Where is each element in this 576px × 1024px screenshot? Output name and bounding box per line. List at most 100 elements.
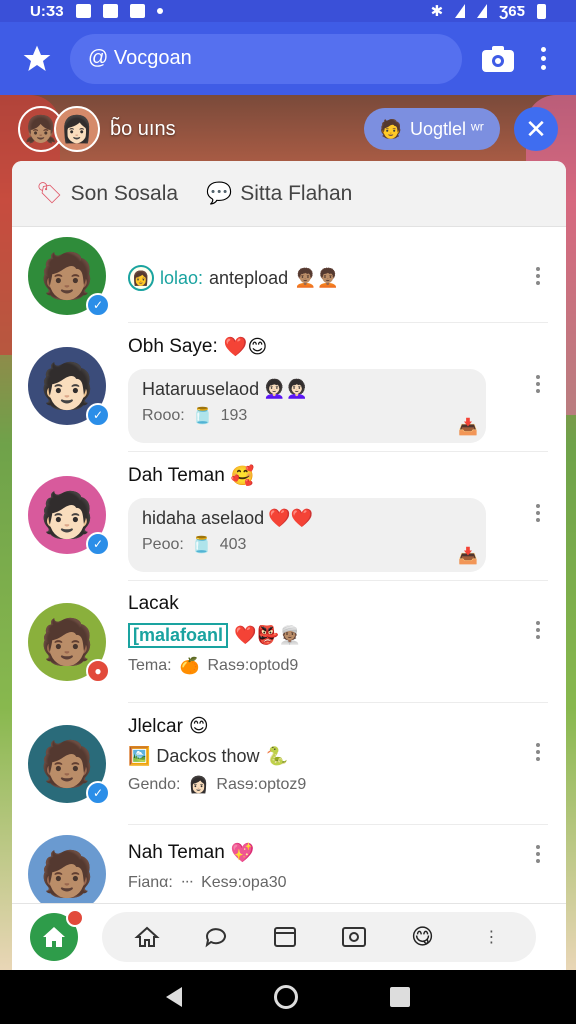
chat-bubble-icon: 💬: [206, 181, 233, 205]
more-vert-icon[interactable]: [536, 375, 540, 393]
more-options-button[interactable]: [528, 37, 558, 81]
update-chip[interactable]: 🧑 Uogtlel ʷʳ: [363, 108, 500, 150]
item-line-label: lolao:: [160, 267, 204, 288]
nav-camera-button[interactable]: [339, 922, 369, 952]
bubble-text: Hataruuselaod: [142, 379, 260, 399]
status-time: U:Ӡ3: [30, 2, 64, 20]
nav-window-button[interactable]: [270, 922, 300, 952]
window-icon: [273, 927, 296, 947]
camera-icon: [482, 45, 514, 72]
search-text: @ Vocgoan: [88, 47, 192, 69]
bubble-emoji: 🫙: [192, 408, 213, 425]
nav-chat-button[interactable]: [201, 922, 231, 952]
item-line-text: Dackos thow: [156, 746, 260, 766]
notification-dot: [66, 909, 84, 927]
line-emoji: 🖼️: [128, 746, 151, 766]
avatar: 👩🏻: [54, 106, 100, 152]
more-vert-icon[interactable]: [536, 743, 540, 761]
nav-more-button[interactable]: ⋮: [477, 922, 507, 952]
home-icon: [43, 927, 65, 947]
highlight-tag: [malafoanl: [128, 623, 229, 648]
chip-label: Uogtlel ʷʳ: [409, 118, 484, 139]
wifi-icon: [455, 4, 466, 18]
panel-title-right[interactable]: Sitta Flahan: [240, 182, 352, 206]
dot-icon: [540, 47, 546, 52]
group-avatars[interactable]: 👧🏽 👩🏻: [18, 106, 100, 152]
sub-value: Rasɘ:optod9: [207, 657, 299, 674]
dot-icon: [540, 65, 546, 70]
sub-value: Rasɘ:optoz9: [216, 776, 307, 793]
item-name: Lacak: [128, 593, 179, 614]
favorite-button[interactable]: [14, 36, 60, 82]
battery-icon: [537, 3, 546, 19]
chat-icon: [205, 928, 226, 948]
list-item[interactable]: 🧑🏻 ✓ Obh Saye: ❤️😊 Hataruuselaod 👩🏻‍🦱👩🏻‍🦱 …: [12, 323, 566, 452]
more-vert-icon[interactable]: [536, 621, 540, 639]
alert-badge-icon: ●: [86, 659, 110, 683]
system-nav-bar: [0, 970, 576, 1024]
camera-icon: [341, 927, 366, 947]
home-fab-button[interactable]: [30, 909, 84, 961]
avatar: 🧑🏽: [28, 835, 106, 903]
list-item[interactable]: 🧑🏽 ● Lacak [malafoanl ❤️👺👳🏽 Tema: 🍊 Rasɘ:op…: [12, 581, 566, 703]
bubble-text: hidaha aselaod: [142, 508, 265, 528]
verified-badge-icon: ✓: [86, 293, 110, 317]
item-name-emoji: ❤️😊: [223, 337, 268, 358]
item-name: Jlelcar: [128, 715, 183, 737]
group-name: b̃o uıns: [110, 117, 176, 140]
notification-icon: [102, 4, 118, 18]
close-button[interactable]: ✕: [514, 107, 558, 151]
pin-icon: 📥: [458, 548, 478, 565]
star-icon: [23, 45, 51, 71]
camera-button[interactable]: [476, 37, 520, 81]
list-item[interactable]: 🧑🏽 ✓ Jlelcar 😊 🖼️ Dackos thow 🐍 Gendo: 👩🏻 Ras…: [12, 703, 566, 825]
verified-badge-icon: ✓: [86, 403, 110, 427]
chat-list: 🧑🏽 ✓ 👩 lolao: antepload 🧑🏽‍🦱🧑🏽‍🦱 🧑🏻 ✓: [12, 227, 566, 903]
tag-icon: 🏷: [36, 181, 63, 205]
sub-emoji: 🍊: [179, 658, 200, 675]
sub-header: 👧🏽 👩🏻 b̃o uıns 🧑 Uogtlel ʷʳ ✕: [0, 100, 576, 158]
bottom-nav: 😋 ⋮: [12, 903, 566, 970]
panel-title-left[interactable]: Son Sosala: [71, 182, 178, 206]
chat-panel: 🏷 Son Sosala 💬 Sitta Flahan 🧑🏽 ✓ 👩 lolao…: [12, 161, 566, 970]
notification-icon: [129, 4, 145, 18]
more-vert-icon[interactable]: [536, 845, 540, 863]
status-bar: U:Ӡ3 ✱ Ʒ6Ƽ: [0, 0, 576, 22]
verified-badge-icon: ✓: [86, 532, 110, 556]
close-icon: ✕: [525, 113, 547, 144]
nav-emoji-button[interactable]: 😋: [408, 922, 438, 952]
more-icon: ⋮: [483, 929, 500, 946]
message-bubble[interactable]: Hataruuselaod 👩🏻‍🦱👩🏻‍🦱 Rooo: 🫙 193 📥: [128, 369, 486, 443]
sub-label: Tema:: [128, 657, 172, 674]
bubble-emoji: 🫙: [191, 537, 212, 554]
list-item[interactable]: 🧑🏻 ✓ Dah Teman 🥰 hidaha aselaod ❤️❤️ Peoo:…: [12, 452, 566, 581]
home-icon: [133, 926, 160, 947]
pin-icon: 📥: [458, 419, 478, 436]
sub-label: Gendo:: [128, 776, 181, 793]
panel-header: 🏷 Son Sosala 💬 Sitta Flahan: [12, 161, 566, 227]
item-line-text: antepload: [209, 267, 289, 288]
bubble-label: Rooo:: [142, 407, 185, 424]
item-name: Dah Teman: [128, 465, 225, 486]
sub-emoji: 👩🏻: [188, 777, 209, 794]
sub-emoji: ᐧᐧᐧ: [180, 875, 194, 892]
item-name-emoji: 💖: [230, 843, 255, 864]
bubble-label: Peoo:: [142, 536, 184, 553]
list-item[interactable]: 🧑🏽 ✓ 👩 lolao: antepload 🧑🏽‍🦱🧑🏽‍🦱: [12, 227, 566, 323]
dot-icon: [156, 8, 163, 14]
nav-home-button[interactable]: [132, 922, 162, 952]
home-circle-icon[interactable]: [274, 985, 298, 1009]
nav-pill: 😋 ⋮: [102, 912, 536, 962]
back-icon[interactable]: [166, 987, 182, 1007]
item-name: Obh Saye:: [128, 336, 218, 357]
list-item[interactable]: 🧑🏽 Nah Teman 💖 Fianα: ᐧᐧᐧ Kesɘ:opa30: [12, 825, 566, 903]
recents-icon[interactable]: [390, 987, 410, 1007]
more-vert-icon[interactable]: [536, 267, 540, 285]
message-bubble[interactable]: hidaha aselaod ❤️❤️ Peoo: 🫙 403 📥: [128, 498, 486, 572]
item-name: Nah Teman: [128, 842, 225, 863]
emoji-icon: 😋: [411, 924, 434, 949]
sub-label: Fianα:: [128, 874, 173, 891]
search-input[interactable]: @ Vocgoan: [70, 33, 462, 84]
more-vert-icon[interactable]: [536, 504, 540, 522]
verified-badge-icon: ✓: [86, 781, 110, 805]
